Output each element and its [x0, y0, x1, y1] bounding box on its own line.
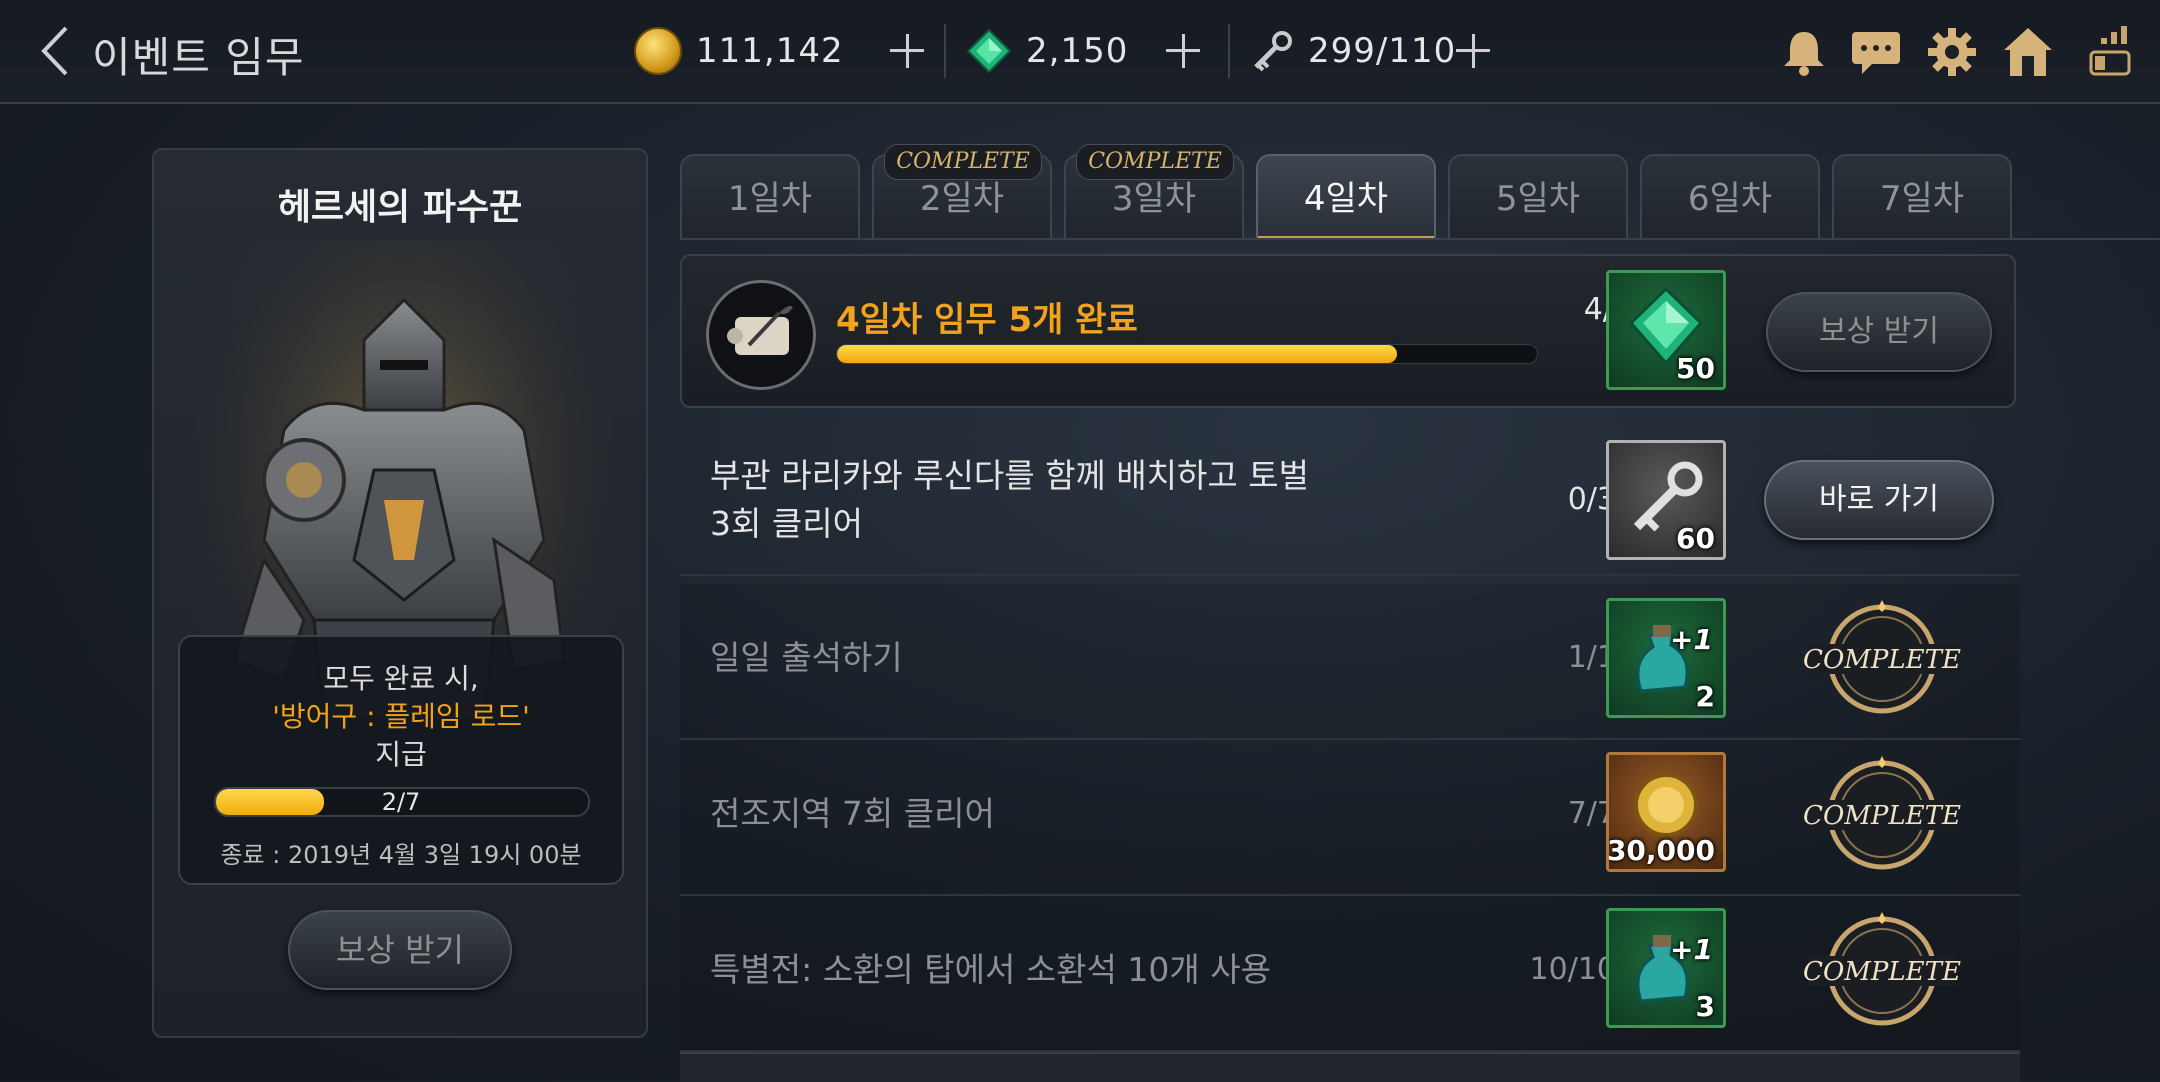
tab-label: 7일차: [1879, 179, 1965, 219]
divider: [944, 24, 946, 78]
add-gem-button[interactable]: [1158, 26, 1208, 76]
mission-text: 특별전: 소환의 탑에서 소환석 10개 사용: [710, 950, 1271, 989]
hero-title: 헤르세의 파수꾼: [277, 187, 523, 228]
bell-icon[interactable]: [1776, 24, 1832, 80]
tab-day-3[interactable]: 3일차 COMPLETE: [1064, 144, 1244, 240]
complete-stamp-text: COMPLETE: [1803, 645, 1961, 675]
mission-text: 전조지역 7회 클리어: [710, 794, 995, 833]
gear-icon[interactable]: [1924, 24, 1980, 80]
gem-amount: 2,150: [1026, 31, 1129, 71]
tab-label: 2일차: [919, 179, 1005, 219]
tab-complete-badge: COMPLETE: [884, 144, 1042, 180]
tab-day-7[interactable]: 7일차: [1832, 154, 2012, 240]
divider: [1228, 24, 1230, 78]
mission-text-line: 3회 클리어: [710, 504, 863, 543]
event-progress-text: 2/7: [381, 788, 421, 816]
back-arrow-icon[interactable]: [36, 22, 76, 80]
key-icon: [1254, 31, 1292, 72]
complete-stamp: COMPLETE: [1802, 584, 1962, 734]
mission-progress: 1/1: [1567, 640, 1616, 675]
tab-label: 4일차: [1303, 179, 1389, 219]
event-end-time: 종료 : 2019년 4월 3일 19시 00분: [220, 841, 582, 869]
key-amount: 299/110: [1308, 31, 1457, 71]
mission-progress: 0/3: [1567, 482, 1616, 517]
tab-label: 3일차: [1111, 179, 1197, 219]
emerald-gem-icon: [966, 28, 1012, 74]
tab-label: 1일차: [727, 179, 813, 219]
gold-amount: 111,142: [696, 31, 844, 71]
gem-reward-item[interactable]: 50: [1606, 270, 1726, 390]
top-bar: 이벤트 임무 111,142 2,150 299/110: [0, 0, 2160, 104]
tab-divider: [680, 238, 2160, 240]
tab-day-2[interactable]: 2일차 COMPLETE: [872, 144, 1052, 240]
add-gold-button[interactable]: [882, 26, 932, 76]
complete-stamp-text: COMPLETE: [1803, 957, 1961, 987]
chat-icon[interactable]: [1848, 24, 1904, 80]
reward-quantity: 3: [1695, 990, 1715, 1023]
tab-day-6[interactable]: 6일차: [1640, 154, 1820, 240]
reward-given-text: 지급: [375, 738, 427, 771]
tab-day-4[interactable]: 4일차: [1256, 154, 1436, 240]
summary-title: 4일차 임무 5개 완료: [836, 300, 1138, 340]
potion-reward-item[interactable]: +1 2: [1606, 598, 1726, 718]
page-title: 이벤트 임무: [92, 33, 305, 82]
reward-quantity: 2: [1695, 680, 1715, 713]
gold-currency: 111,142: [634, 26, 844, 76]
add-key-button[interactable]: [1448, 26, 1498, 76]
mission-row: 특별전: 소환의 탑에서 소환석 10개 사용 10/10 +1 3 COMPL…: [680, 896, 2020, 1052]
mission-text-line: 부관 라리카와 루신다를 함께 배치하고 토벌: [710, 456, 1309, 495]
event-reward-panel: 헤르세의 파수꾼 모두 완료 시, '방어구 : 플레임 로드' 지급 2/7 …: [152, 148, 648, 1038]
complete-stamp: COMPLETE: [1802, 740, 1962, 890]
mission-text: 부관 라리카와 루신다를 함께 배치하고 토벌 3회 클리어: [710, 452, 1350, 548]
key-reward-item[interactable]: 60: [1606, 440, 1726, 560]
home-icon[interactable]: [2000, 24, 2056, 80]
tab-day-5[interactable]: 5일차: [1448, 154, 1628, 240]
mission-progress: 10/10: [1529, 952, 1616, 987]
gem-currency: 2,150: [966, 26, 1128, 76]
gold-coin-icon: [634, 27, 682, 75]
summary-progress-fill: [837, 345, 1397, 363]
tab-label: 6일차: [1687, 179, 1773, 219]
tab-day-1[interactable]: 1일차: [680, 154, 860, 240]
reward-quantity: 60: [1676, 522, 1715, 555]
gold-reward-item[interactable]: 30,000: [1606, 752, 1726, 872]
reward-condition-text: 모두 완료 시,: [323, 662, 479, 695]
mission-row: 부관 라리카와 루신다를 함께 배치하고 토벌 3회 클리어 0/3 60 바로…: [680, 420, 2020, 576]
go-now-button[interactable]: 바로 가기: [1764, 460, 1994, 540]
reward-item-name: '방어구 : 플레임 로드': [272, 700, 530, 733]
key-currency: 299/110: [1250, 26, 1456, 76]
potion-reward-item[interactable]: +1 3: [1606, 908, 1726, 1028]
next-row-peek: [680, 1052, 2020, 1082]
reward-quantity: 30,000: [1606, 834, 1715, 867]
complete-stamp-text: COMPLETE: [1803, 801, 1961, 831]
mission-progress: 7/7: [1567, 796, 1616, 831]
mission-text: 일일 출석하기: [710, 638, 903, 677]
tab-label: 5일차: [1495, 179, 1581, 219]
completion-reward-box: 모두 완료 시, '방어구 : 플레임 로드' 지급 2/7 종료 : 2019…: [178, 635, 624, 885]
reward-bonus-label: +1: [1670, 623, 1713, 656]
complete-stamp: COMPLETE: [1802, 896, 1962, 1046]
mission-row: 일일 출석하기 1/1 +1 2 COMPLETE: [680, 584, 2020, 740]
battery-signal-icon: [2082, 24, 2131, 80]
summary-progress-bar: [836, 344, 1538, 364]
reward-bonus-label: +1: [1670, 933, 1713, 966]
claim-final-reward-button[interactable]: 보상 받기: [288, 910, 512, 990]
mission-row: 전조지역 7회 클리어 7/7 30,000 COMPLETE: [680, 740, 2020, 896]
tab-complete-badge: COMPLETE: [1076, 144, 1234, 180]
claim-daily-reward-button[interactable]: 보상 받기: [1766, 292, 1992, 372]
reward-quantity: 50: [1676, 352, 1715, 385]
daily-summary-row: 4일차 임무 5개 완료 4/5 50 보상 받기: [680, 254, 2016, 408]
scroll-quill-icon: [706, 280, 816, 390]
